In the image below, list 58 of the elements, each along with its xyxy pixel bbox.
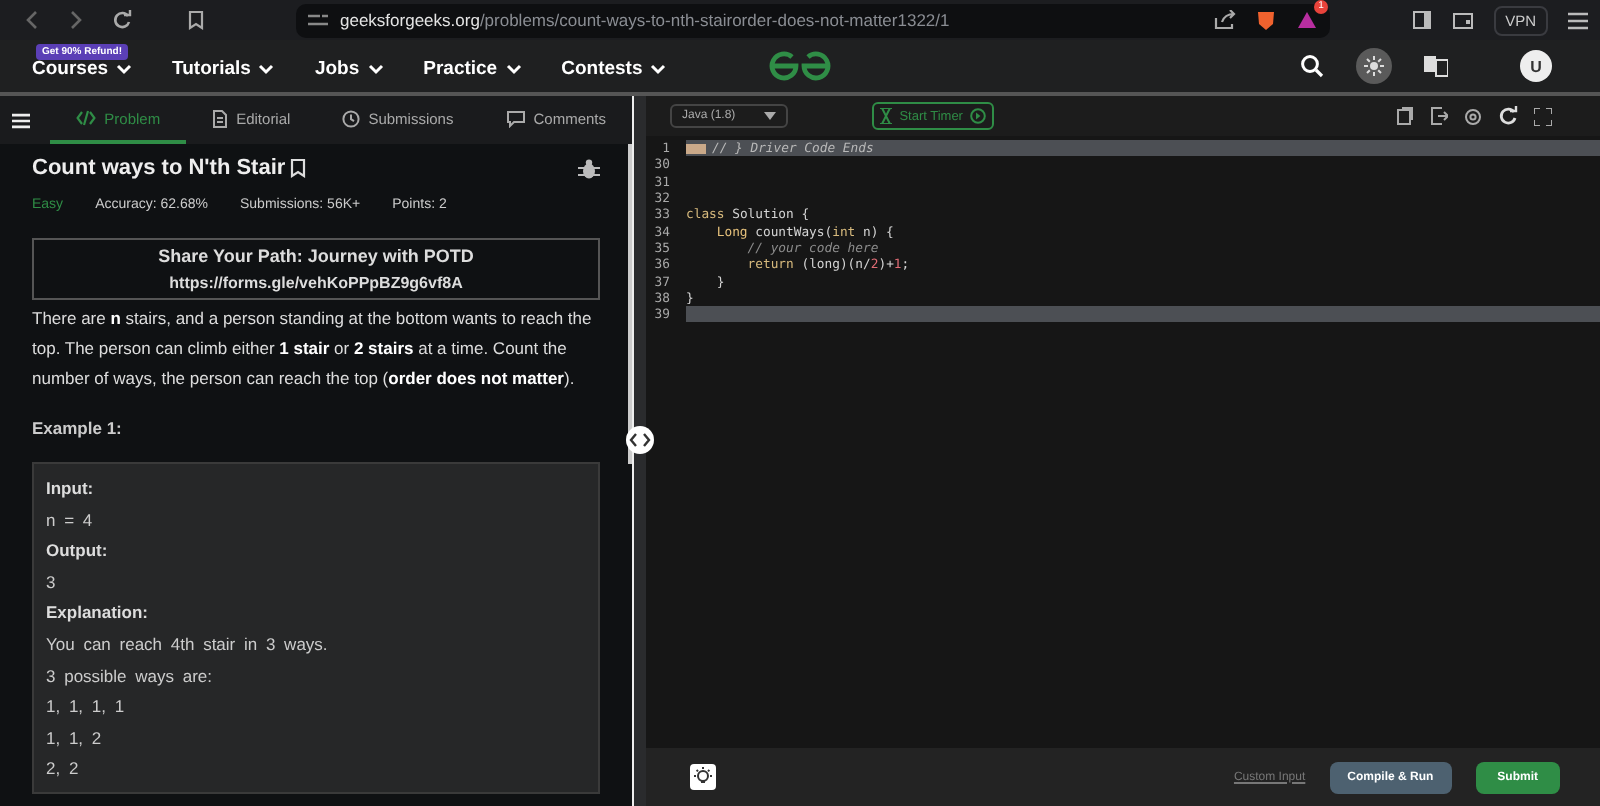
share-icon[interactable] — [1214, 10, 1236, 30]
problem-title: Count ways to N'th Stair — [32, 156, 286, 180]
nav-menu[interactable]: Contests — [561, 58, 667, 80]
resize-handle[interactable] — [626, 426, 654, 454]
chevron-icon — [505, 63, 522, 75]
notice-link[interactable]: https://forms.gle/vehKoPPpBZ9g6vf8A — [169, 274, 463, 292]
settings-icon[interactable] — [1464, 107, 1482, 125]
forward-icon[interactable] — [68, 10, 84, 30]
play-icon — [970, 108, 987, 124]
bookmark-icon[interactable] — [188, 10, 204, 30]
example-text: You can reach 4th stair in 3 ways. — [46, 633, 330, 654]
translate-icon[interactable] — [1424, 54, 1448, 78]
nav-menu[interactable]: Jobs — [314, 58, 384, 80]
site-settings-icon[interactable] — [308, 12, 328, 28]
reset-icon[interactable] — [1498, 106, 1518, 126]
nav-menu[interactable]: Tutorials — [172, 58, 275, 80]
menu-icon[interactable] — [1568, 11, 1588, 29]
fold-marker[interactable] — [686, 143, 706, 154]
example-text: 1, 1, 2 — [46, 727, 104, 748]
chevron-icon — [367, 63, 384, 75]
caret-icon — [763, 112, 776, 120]
back-icon[interactable] — [24, 10, 40, 30]
lightbulb-icon[interactable] — [690, 764, 716, 790]
nav-menu[interactable]: Practice — [423, 58, 522, 80]
reload-icon[interactable] — [112, 10, 132, 30]
url-text: geeksforgeeks.org/problems/count-ways-to-nth-stairorder-does-not-matter1322/1 — [340, 10, 952, 30]
upload-icon[interactable] — [1430, 106, 1448, 126]
chevron-icon — [650, 63, 667, 75]
hourglass-icon — [879, 108, 892, 124]
nav-menu[interactable]: Courses — [32, 58, 133, 80]
example-text: 3 possible ways are: — [46, 665, 215, 686]
shield-icon[interactable] — [1256, 9, 1276, 31]
example-text: 1, 1, 1, 1 — [46, 696, 127, 717]
sidebar-icon[interactable] — [1411, 10, 1432, 30]
wallet-icon[interactable] — [1451, 11, 1474, 29]
theme-toggle-icon[interactable] — [1356, 48, 1392, 84]
user-avatar[interactable]: U — [1520, 50, 1552, 82]
bug-icon[interactable] — [578, 157, 600, 179]
logo-icon[interactable] — [768, 50, 832, 82]
scrollbar[interactable] — [628, 144, 632, 464]
example-text: 3 — [46, 571, 58, 592]
problem-description: There are n stairs, and a person standing at the bottom wants to reach the top. The person can climb either 1 stair or 2 stairs at a time. Count the number of ways, the person can reach the top (order does not matter). — [32, 306, 594, 392]
example-text: 2, 2 — [46, 758, 81, 779]
example-text: n = 4 — [46, 509, 95, 530]
chat-icon — [505, 109, 526, 127]
notice-title: Share Your Path: Journey with POTD — [158, 246, 474, 266]
copy-icon[interactable] — [1396, 106, 1414, 126]
example-label: Input: — [46, 478, 96, 498]
example-label: Output: — [46, 540, 110, 561]
fullscreen-icon[interactable] — [1534, 107, 1552, 125]
search-icon[interactable] — [1300, 54, 1324, 78]
chevron-icon — [116, 63, 133, 75]
clock-icon — [342, 109, 361, 127]
chevron-icon — [258, 63, 275, 75]
example-label: Explanation: — [46, 602, 151, 623]
code-icon — [76, 110, 97, 126]
example-title: Example 1: — [32, 418, 124, 438]
document-icon — [212, 109, 229, 127]
